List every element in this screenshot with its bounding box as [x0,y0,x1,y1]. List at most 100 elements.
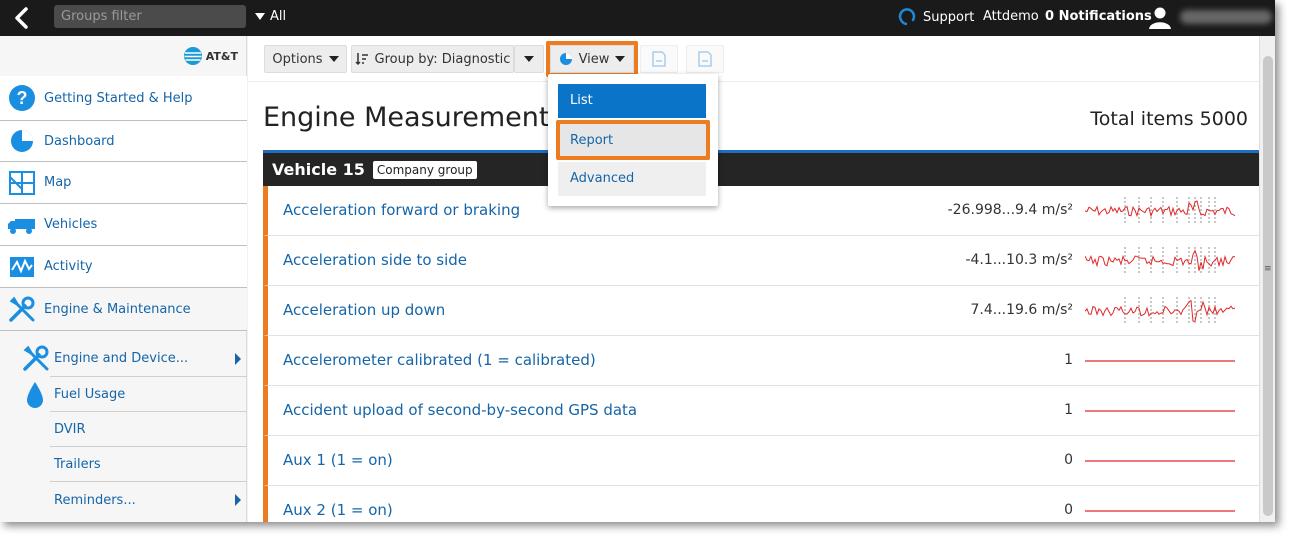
sidebar-subitem-label: DVIR [54,421,86,437]
table-row[interactable]: Acceleration side to side -4.1...10.3 m/s… [263,236,1259,286]
options-button[interactable]: Options [264,45,347,73]
sidebar-item-label: Activity [44,259,93,274]
table-row[interactable]: Acceleration up down 7.4...19.6 m/s² [263,286,1259,336]
measurement-name[interactable]: Acceleration side to side [283,236,467,285]
brand-label: AT&T [205,49,238,63]
caret-down-icon [328,56,339,62]
blurred-account-name [1180,10,1272,24]
measurement-value: 1 [1064,402,1073,418]
table-row[interactable]: Acceleration forward or braking -26.998..… [263,186,1259,236]
app-window: Groups filter All Support Attdemo 0 Noti… [0,0,1275,522]
sidebar-subitem-label: Trailers [54,456,101,472]
svg-text:?: ? [17,88,28,108]
view-button-highlight [546,41,638,77]
group-by-label: Group by: Diagnostic [374,51,511,67]
group-by-button[interactable]: Group by: Diagnostic [351,45,514,73]
support-link[interactable]: Support [897,7,974,27]
group-by-dropdown-button[interactable] [514,45,544,73]
sparkline-chart [1085,197,1235,225]
measurement-name[interactable]: Accelerometer calibrated (1 = calibrated… [283,336,596,385]
sparkline-trace [1085,249,1235,271]
sidebar-subitem-label: Engine and Device... [54,351,189,366]
activity-icon [0,256,44,278]
user-menu[interactable]: Attdemo [983,9,1039,24]
document-icon [698,51,712,67]
save-icon [652,51,666,67]
table-row[interactable]: Aux 1 (1 = on) 0 [263,436,1259,486]
measurement-name[interactable]: Aux 1 (1 = on) [283,436,393,485]
sparkline-chart [1085,510,1235,512]
measurement-name[interactable]: Acceleration up down [283,286,445,335]
fuel-drop-icon [25,381,45,413]
group-header: Vehicle 15 Company group [263,150,1259,186]
pie-chart-icon [0,129,44,153]
wrench-screwdriver-icon [0,295,44,323]
scroll-grip-icon: ≡ [1264,264,1272,274]
scrollbar-thumb[interactable] [1263,56,1273,516]
sidebar-item-label: Dashboard [44,133,115,149]
sort-list-icon [355,53,368,66]
sidebar-subitem-engine-device[interactable]: Engine and Device... [50,341,247,377]
menu-item-advanced[interactable]: Advanced [558,162,706,196]
measurement-value: -26.998...9.4 m/s² [947,202,1073,218]
triangle-down-icon [255,13,265,20]
sidebar-subitem-label: Fuel Usage [54,386,126,402]
measurement-value: 1 [1064,352,1073,368]
att-globe-icon [183,47,202,65]
sparkline-chart [1085,360,1235,362]
table-row[interactable]: Accelerometer calibrated (1 = calibrated… [263,336,1259,386]
groups-all-dropdown[interactable]: All [255,9,286,24]
measurement-name[interactable]: Aux 2 (1 = on) [283,486,393,522]
wrench-screwdriver-icon [22,344,50,376]
caret-down-icon [524,56,534,62]
notifications-button[interactable]: 0 Notifications [1045,9,1152,24]
all-label: All [270,9,287,24]
sidebar-subitem-dvir[interactable]: DVIR [50,412,247,447]
sidebar-item-getting-started[interactable]: ? Getting Started & Help [0,76,247,121]
sidebar-item-dashboard[interactable]: Dashboard [0,121,247,162]
top-bar: Groups filter All Support Attdemo 0 Noti… [0,0,1275,36]
total-value: 5000 [1199,108,1248,130]
table-row[interactable]: Accident upload of second-by-second GPS … [263,386,1259,436]
save-button[interactable] [640,45,678,73]
measurement-name[interactable]: Accident upload of second-by-second GPS … [283,386,637,435]
sparkline-trace [1085,299,1235,322]
measurement-value: 0 [1064,452,1073,468]
export-button[interactable] [686,45,724,73]
sparkline-chart [1085,410,1235,412]
sidebar-item-vehicles[interactable]: Vehicles [0,204,247,246]
vertical-scrollbar[interactable]: ≡ [1259,36,1275,522]
menu-item-list[interactable]: List [558,84,706,118]
sidebar-item-label: Getting Started & Help [44,90,193,106]
map-icon [0,170,44,195]
measurement-value: 0 [1064,502,1073,518]
user-avatar-icon[interactable] [1148,5,1172,29]
sidebar-subitem-fuel-usage[interactable]: Fuel Usage [50,377,247,412]
measurement-name[interactable]: Acceleration forward or braking [283,186,520,235]
total-items: Total items 5000 [1090,108,1248,130]
sidebar-item-label: Engine & Maintenance [44,301,191,317]
sidebar-item-engine-maintenance[interactable]: Engine & Maintenance [0,288,247,331]
sidebar-item-map[interactable]: Map [0,162,247,204]
measurement-value: -4.1...10.3 m/s² [965,252,1073,268]
sidebar-item-activity[interactable]: Activity [0,246,247,288]
table-row[interactable]: Aux 2 (1 = on) 0 [263,486,1259,522]
support-label: Support [923,9,975,25]
options-label: Options [272,51,323,67]
sidebar-item-label: Vehicles [44,217,98,232]
sidebar: AT&T ? Getting Started & Help Dashboard … [0,36,247,522]
sparkline-chart [1085,460,1235,462]
att-logo: AT&T [183,46,238,66]
sparkline-trace [1085,200,1235,218]
toolbar: Options Group by: Diagnostic View [248,36,1259,82]
group-title: Vehicle 15 [272,160,365,179]
support-headset-icon [898,8,916,26]
measurement-value: 7.4...19.6 m/s² [970,302,1074,318]
group-badge: Company group [372,160,477,179]
main-content: Options Group by: Diagnostic View Engine… [248,36,1259,522]
sidebar-subitem-reminders[interactable]: Reminders... [50,482,247,518]
sidebar-subitem-trailers[interactable]: Trailers [50,447,247,482]
groups-filter-input[interactable]: Groups filter [54,5,246,28]
sparkline-chart [1085,247,1235,275]
back-arrow-icon[interactable] [10,6,34,30]
